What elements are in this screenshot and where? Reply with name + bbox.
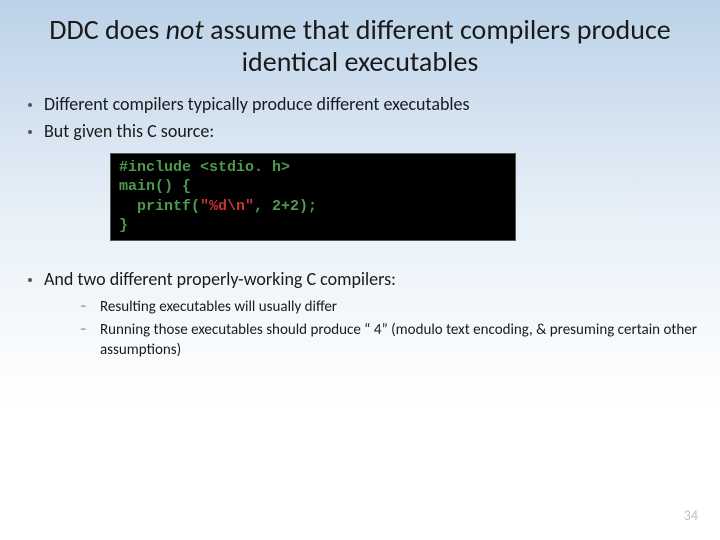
bullet-icon <box>28 130 32 134</box>
title-pre: DDC does <box>49 12 165 47</box>
dash-icon: – <box>80 298 90 316</box>
sub-bullet-item: – Running those executables should produ… <box>80 320 706 361</box>
code-line: , 2+2); <box>254 198 317 215</box>
bullet-icon <box>28 278 32 282</box>
slide-title: DDC does not assume that different compi… <box>0 0 720 86</box>
bullet-text: But given this C source: <box>44 119 214 143</box>
code-string: "%d\n" <box>200 198 254 215</box>
bullet-item: And two different properly-working C com… <box>14 267 706 291</box>
dash-icon: – <box>80 321 90 339</box>
bullet-item: But given this C source: <box>14 119 706 143</box>
bullet-item: Different compilers typically produce di… <box>14 92 706 116</box>
code-block: #include <stdio. h> main() { printf("%d\… <box>110 153 516 241</box>
title-em: not <box>166 12 204 47</box>
sub-bullet-item: – Resulting executables will usually dif… <box>80 297 706 317</box>
bullet-text: Different compilers typically produce di… <box>44 92 470 116</box>
code-line: main() { <box>119 178 191 195</box>
code-line: } <box>119 217 128 234</box>
bullet-icon <box>28 103 32 107</box>
page-number: 34 <box>684 507 698 524</box>
code-line: printf( <box>119 198 200 215</box>
sub-bullet-text: Resulting executables will usually diffe… <box>100 297 337 317</box>
bullet-text: And two different properly-working C com… <box>44 267 396 291</box>
title-post: assume that different compilers produce … <box>204 12 671 79</box>
sub-bullet-group: – Resulting executables will usually dif… <box>14 293 706 360</box>
slide-body: Different compilers typically produce di… <box>0 86 720 360</box>
sub-bullet-text: Running those executables should produce… <box>100 320 706 361</box>
code-line: #include <stdio. h> <box>119 159 290 176</box>
